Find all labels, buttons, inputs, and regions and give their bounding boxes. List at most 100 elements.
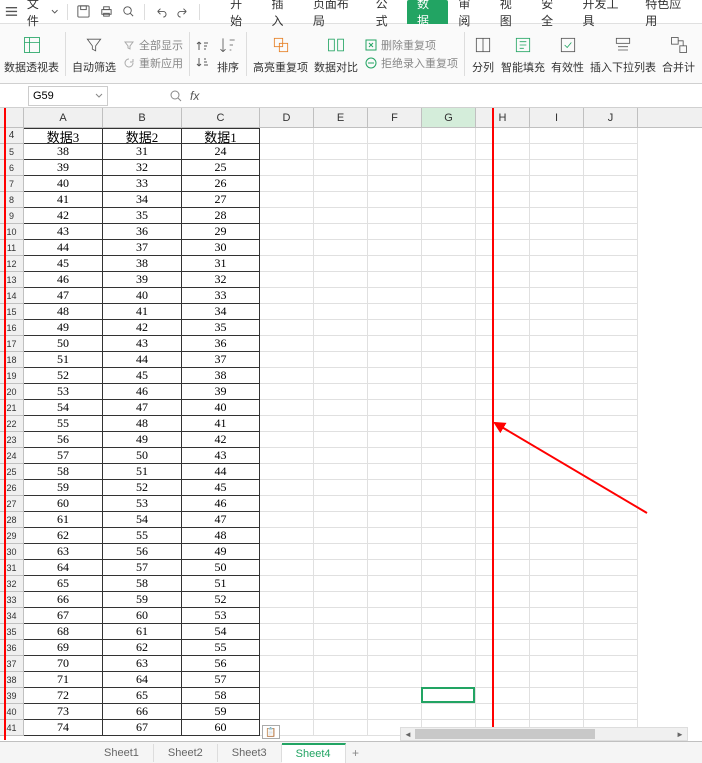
- cell[interactable]: [476, 656, 530, 672]
- cell[interactable]: [314, 416, 368, 432]
- cell[interactable]: [314, 176, 368, 192]
- cell[interactable]: [584, 144, 638, 160]
- cell[interactable]: [530, 176, 584, 192]
- cell[interactable]: [314, 592, 368, 608]
- cell[interactable]: [530, 560, 584, 576]
- cell[interactable]: [530, 288, 584, 304]
- cell[interactable]: [260, 640, 314, 656]
- cell[interactable]: 54: [24, 400, 103, 416]
- cell[interactable]: 28: [182, 208, 260, 224]
- cell[interactable]: [476, 512, 530, 528]
- cell[interactable]: [314, 160, 368, 176]
- cell[interactable]: [422, 288, 476, 304]
- cell[interactable]: [584, 704, 638, 720]
- highlight-duplicates-button[interactable]: 高亮重复项: [253, 33, 308, 75]
- cell[interactable]: [530, 272, 584, 288]
- cell[interactable]: [422, 144, 476, 160]
- cell[interactable]: 55: [103, 528, 182, 544]
- cell[interactable]: [368, 368, 422, 384]
- cell[interactable]: [476, 256, 530, 272]
- cell[interactable]: [584, 416, 638, 432]
- cell[interactable]: [422, 688, 476, 704]
- cell[interactable]: [368, 640, 422, 656]
- cell[interactable]: 数据3: [24, 128, 103, 144]
- cell[interactable]: [584, 256, 638, 272]
- file-menu[interactable]: 文件: [27, 0, 59, 29]
- row-header[interactable]: 40: [0, 704, 24, 720]
- cell[interactable]: 31: [182, 256, 260, 272]
- cell[interactable]: [260, 576, 314, 592]
- cell[interactable]: [314, 240, 368, 256]
- cell[interactable]: [314, 640, 368, 656]
- column-header[interactable]: I: [530, 108, 584, 127]
- cell[interactable]: 61: [103, 624, 182, 640]
- cell[interactable]: 62: [24, 528, 103, 544]
- cell[interactable]: [368, 192, 422, 208]
- cell[interactable]: 48: [24, 304, 103, 320]
- cell[interactable]: [584, 192, 638, 208]
- sheet-tab[interactable]: Sheet4: [282, 743, 346, 763]
- cell[interactable]: 42: [24, 208, 103, 224]
- cell[interactable]: [260, 224, 314, 240]
- fx-icon[interactable]: fx: [190, 89, 199, 103]
- row-header[interactable]: 18: [0, 352, 24, 368]
- row-header[interactable]: 16: [0, 320, 24, 336]
- cell[interactable]: 52: [182, 592, 260, 608]
- cell[interactable]: 46: [24, 272, 103, 288]
- cell[interactable]: 54: [182, 624, 260, 640]
- cell[interactable]: [422, 368, 476, 384]
- cell[interactable]: 43: [24, 224, 103, 240]
- cell[interactable]: [368, 592, 422, 608]
- row-header[interactable]: 17: [0, 336, 24, 352]
- cell[interactable]: [260, 160, 314, 176]
- cell[interactable]: [422, 640, 476, 656]
- cell[interactable]: [530, 512, 584, 528]
- cell[interactable]: [530, 608, 584, 624]
- cell[interactable]: [260, 128, 314, 144]
- cell[interactable]: [260, 272, 314, 288]
- reject-duplicates-button[interactable]: 拒绝录入重复项: [364, 55, 458, 71]
- cell[interactable]: [422, 672, 476, 688]
- cell[interactable]: 48: [103, 416, 182, 432]
- cell[interactable]: [260, 544, 314, 560]
- column-header[interactable]: D: [260, 108, 314, 127]
- ribbon-tab[interactable]: 开始: [220, 0, 261, 24]
- cell[interactable]: 43: [182, 448, 260, 464]
- cell[interactable]: 24: [182, 144, 260, 160]
- cell[interactable]: 45: [182, 480, 260, 496]
- cell[interactable]: [314, 432, 368, 448]
- cell[interactable]: [530, 496, 584, 512]
- cell[interactable]: [530, 384, 584, 400]
- cell[interactable]: [314, 128, 368, 144]
- scrollbar-thumb[interactable]: [415, 729, 595, 739]
- cell[interactable]: [476, 592, 530, 608]
- cell[interactable]: [422, 336, 476, 352]
- cell[interactable]: 60: [24, 496, 103, 512]
- worksheet-grid[interactable]: ABCDEFGHIJ 4数据3数据2数据15383124639322574033…: [0, 108, 702, 740]
- cell[interactable]: [476, 336, 530, 352]
- formula-input[interactable]: [205, 86, 702, 106]
- cell[interactable]: [314, 624, 368, 640]
- cell[interactable]: [260, 336, 314, 352]
- cell[interactable]: 33: [182, 288, 260, 304]
- cell[interactable]: 69: [24, 640, 103, 656]
- cell[interactable]: [368, 448, 422, 464]
- cell[interactable]: [368, 656, 422, 672]
- cell[interactable]: [530, 656, 584, 672]
- cell[interactable]: [314, 448, 368, 464]
- row-header[interactable]: 32: [0, 576, 24, 592]
- validation-button[interactable]: 有效性: [551, 33, 584, 75]
- cell[interactable]: [476, 304, 530, 320]
- cell[interactable]: [476, 240, 530, 256]
- cell[interactable]: [422, 432, 476, 448]
- cell[interactable]: [314, 560, 368, 576]
- scroll-left-icon[interactable]: ◄: [401, 728, 415, 740]
- cell[interactable]: [476, 368, 530, 384]
- cell[interactable]: 36: [103, 224, 182, 240]
- add-sheet-button[interactable]: +: [346, 746, 366, 760]
- cell[interactable]: [314, 528, 368, 544]
- sheet-tab[interactable]: Sheet1: [90, 744, 154, 762]
- row-header[interactable]: 19: [0, 368, 24, 384]
- cell[interactable]: [368, 672, 422, 688]
- cell[interactable]: 44: [103, 352, 182, 368]
